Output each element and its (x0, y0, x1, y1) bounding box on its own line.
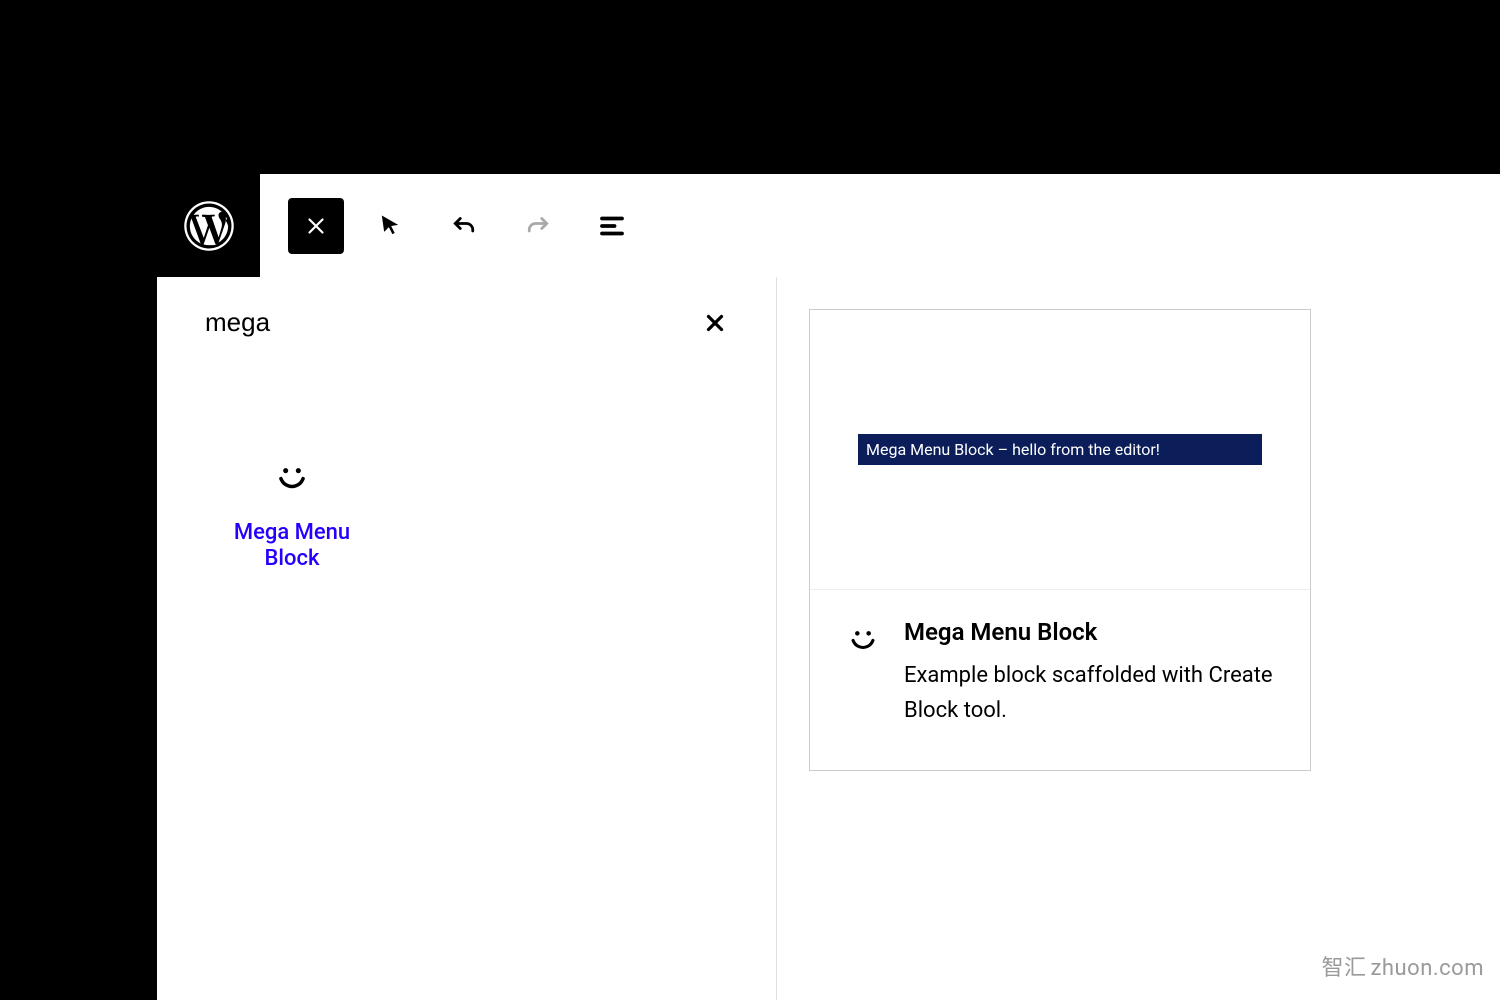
tools-button[interactable] (362, 198, 418, 254)
close-inserter-button[interactable] (288, 198, 344, 254)
block-tile-mega-menu[interactable]: Mega Menu Block (207, 458, 377, 573)
block-preview-info: Mega Menu Block Example block scaffolded… (810, 590, 1310, 770)
undo-button[interactable] (436, 198, 492, 254)
watermark-site: zhuon.com (1370, 956, 1484, 981)
block-preview-card: Mega Menu Block – hello from the editor!… (809, 309, 1311, 771)
undo-icon (449, 211, 479, 241)
redo-icon (523, 211, 553, 241)
preview-block-output: Mega Menu Block – hello from the editor! (858, 434, 1262, 465)
inserter-search-row (197, 307, 736, 338)
watermark: 智汇zhuon.com (1321, 950, 1484, 982)
editor-body: Mega Menu Block Mega Menu Block – hello … (157, 277, 1500, 1000)
editor-toolbar (260, 174, 1500, 277)
close-icon (702, 310, 728, 336)
smile-icon (273, 458, 311, 496)
block-preview-panel: Mega Menu Block – hello from the editor!… (777, 277, 1500, 1000)
block-inserter-panel: Mega Menu Block (157, 277, 777, 1000)
block-search-input[interactable] (205, 307, 625, 338)
clear-search-button[interactable] (702, 310, 728, 336)
block-preview-title: Mega Menu Block (904, 618, 1274, 646)
redo-button[interactable] (510, 198, 566, 254)
wordpress-logo[interactable] (157, 174, 260, 277)
block-tile-label: Mega Menu Block (217, 520, 367, 573)
cursor-icon (376, 212, 404, 240)
block-preview-canvas: Mega Menu Block – hello from the editor! (810, 310, 1310, 590)
wordpress-icon (182, 199, 236, 253)
list-icon (597, 211, 627, 241)
smile-icon (846, 622, 880, 656)
watermark-brand-cn: 智汇 (1321, 956, 1366, 981)
document-overview-button[interactable] (584, 198, 640, 254)
block-preview-description: Example block scaffolded with Create Blo… (904, 658, 1274, 728)
close-icon (303, 213, 329, 239)
